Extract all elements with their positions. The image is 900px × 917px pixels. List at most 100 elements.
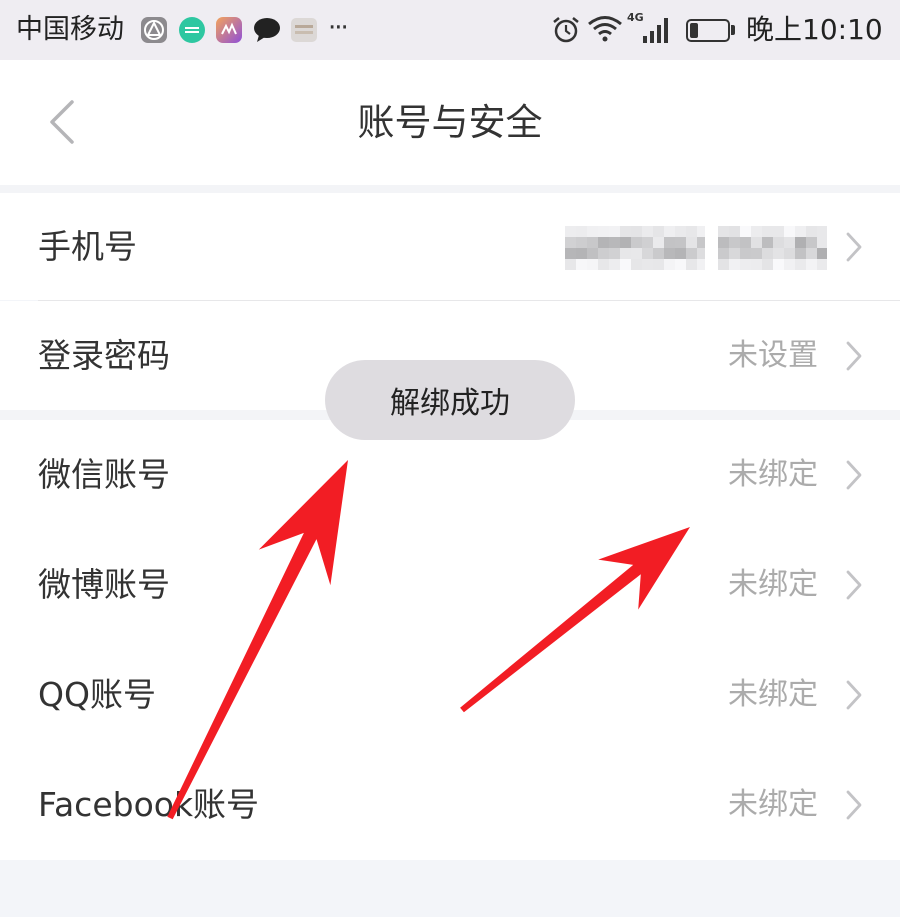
row-value: 未绑定 [728,457,818,492]
mosaic-block [718,248,729,259]
battery-icon [686,19,730,42]
mosaic-block [795,226,806,237]
mosaic-block [642,248,653,259]
mosaic-block [653,259,664,270]
carrier-name: 中国移动 [16,14,124,45]
alarm-icon [553,17,579,43]
mosaic-block [686,226,697,237]
mosaic-block [686,259,697,270]
mosaic-block [675,226,686,237]
mosaic-block [697,259,705,270]
light-app-icon [291,18,317,42]
mosaic-block [817,248,827,259]
mosaic-block [664,237,675,248]
mosaic-block [806,248,817,259]
mosaic-block [565,226,576,237]
nav-header: 账号与安全 [0,60,900,185]
toast-message: 解绑成功 [325,360,575,440]
mosaic-block [762,226,773,237]
mosaic-block [609,226,620,237]
mosaic-block [795,259,806,270]
clock: 晚上10:10 [746,13,883,46]
mosaic-block [576,237,587,248]
wifi-icon [588,16,622,42]
mosaic-block [751,226,762,237]
mosaic-block [740,248,751,259]
mosaic-block [729,226,740,237]
mosaic-block [718,226,729,237]
mosaic-block [751,237,762,248]
row-value: 未设置 [728,337,818,373]
gray-app-icon [141,17,167,43]
mosaic-block [697,226,705,237]
row-weibo-account[interactable]: 微博账号 未绑定 [0,530,900,640]
chevron-right-icon [846,341,862,370]
chevron-right-icon [846,790,862,820]
mosaic-block [598,237,609,248]
row-value: 未绑定 [728,787,818,822]
mosaic-block [620,237,631,248]
mosaic-block [784,226,795,237]
mosaic-block [740,226,751,237]
status-bar: 中国移动 ··· 4G 晚上10:10 [0,0,900,60]
mosaic-block [664,248,675,259]
row-value: 未绑定 [728,567,818,602]
mosaic-block [675,248,686,259]
mosaic-block [817,237,827,248]
mosaic-block [675,259,686,270]
mosaic-block [565,237,576,248]
mosaic-block [576,226,587,237]
mosaic-block [751,248,762,259]
mosaic-block [729,248,740,259]
mosaic-block [576,259,587,270]
mosaic-block [795,237,806,248]
page-title: 账号与安全 [357,101,543,144]
mosaic-block [653,226,664,237]
mosaic-block [653,248,664,259]
more-notifications: ··· [328,13,349,43]
row-qq-account[interactable]: QQ账号 未绑定 [0,640,900,750]
row-label: 登录密码 [38,335,170,375]
mosaic-block [565,259,576,270]
redacted-phone-number [565,226,827,270]
mosaic-block [587,248,598,259]
mosaic-block [773,248,784,259]
mosaic-block [795,248,806,259]
battery-level [690,23,698,38]
mosaic-block [631,226,642,237]
mosaic-block [762,237,773,248]
mosaic-block [806,259,817,270]
green-app-icon [179,17,205,43]
mosaic-block [675,237,686,248]
music-app-icon [216,17,242,43]
mosaic-block [817,259,827,270]
mosaic-block [762,248,773,259]
row-facebook-account[interactable]: Facebook账号 未绑定 [0,750,900,860]
mosaic-block [576,248,587,259]
mosaic-block [697,248,705,259]
row-label: Facebook账号 [38,785,260,824]
mosaic-block [762,259,773,270]
mosaic-block [609,248,620,259]
mosaic-block [609,237,620,248]
mosaic-block [598,259,609,270]
mosaic-block [751,259,762,270]
chevron-right-icon [846,460,862,490]
mosaic-block [642,237,653,248]
mosaic-block [587,226,598,237]
mosaic-block [664,259,675,270]
mosaic-block [784,248,795,259]
mosaic-block [806,237,817,248]
mosaic-block [642,259,653,270]
mosaic-block [565,248,576,259]
mosaic-block [587,237,598,248]
mosaic-block [718,259,729,270]
row-label: 微博账号 [38,565,170,604]
mosaic-block [718,237,729,248]
chevron-right-icon [846,232,862,261]
mosaic-block [631,237,642,248]
mosaic-block [642,226,653,237]
mosaic-block [784,259,795,270]
mosaic-block [609,259,620,270]
row-label: 手机号 [38,226,137,266]
